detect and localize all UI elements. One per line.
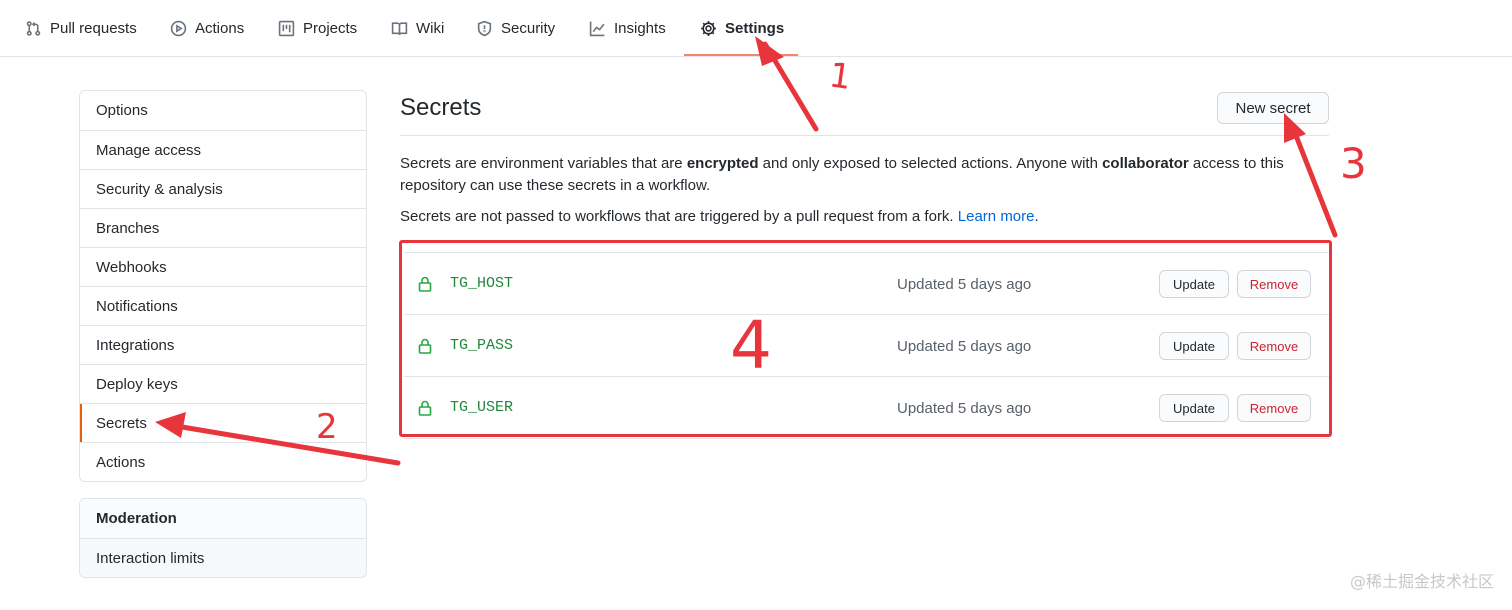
learn-more-link[interactable]: Learn more bbox=[958, 208, 1035, 225]
update-button[interactable]: Update bbox=[1159, 270, 1229, 298]
secrets-list: TG_HOST Updated 5 days ago Update Remove… bbox=[404, 252, 1329, 439]
graph-icon bbox=[588, 20, 606, 38]
sidebar-item-manage-access[interactable]: Manage access bbox=[80, 130, 366, 169]
sidebar-item-secrets[interactable]: Secrets bbox=[80, 403, 366, 442]
selected-tab-underline bbox=[684, 54, 798, 56]
remove-button[interactable]: Remove bbox=[1237, 270, 1311, 298]
pull-request-icon bbox=[24, 20, 42, 38]
tab-label: Projects bbox=[303, 20, 358, 37]
sidebar-item-options[interactable]: Options bbox=[80, 91, 366, 130]
page-title: Secrets bbox=[400, 94, 482, 121]
watermark: @稀土掘金技术社区 bbox=[1349, 572, 1494, 591]
tab-label: Actions bbox=[195, 20, 245, 37]
lock-icon bbox=[418, 276, 432, 292]
sidebar-item-security-analysis[interactable]: Security & analysis bbox=[80, 169, 366, 208]
title-divider bbox=[400, 135, 1329, 136]
secret-name: TG_PASS bbox=[450, 337, 514, 354]
secrets-description: Secrets are environment variables that a… bbox=[400, 153, 1300, 197]
fork-note-text: Secrets are not passed to workflows that… bbox=[400, 208, 954, 225]
secret-row: TG_PASS Updated 5 days ago Update Remove bbox=[404, 315, 1329, 377]
secret-updated: Updated 5 days ago bbox=[897, 276, 1032, 293]
secret-row: TG_USER Updated 5 days ago Update Remove bbox=[404, 377, 1329, 439]
desc-text: Secrets are environment variables that a… bbox=[400, 155, 687, 172]
repo-nav: Pull requests Actions Projects Wiki Secu… bbox=[0, 0, 1512, 57]
sidebar-item-webhooks[interactable]: Webhooks bbox=[80, 247, 366, 286]
fork-note: Secrets are not passed to workflows that… bbox=[400, 207, 1039, 227]
secret-name: TG_USER bbox=[450, 399, 514, 416]
secret-name: TG_HOST bbox=[450, 275, 514, 292]
remove-button[interactable]: Remove bbox=[1237, 394, 1311, 422]
tab-actions[interactable]: Actions bbox=[169, 0, 244, 57]
annotation-number-1: 1 bbox=[827, 55, 854, 98]
update-button[interactable]: Update bbox=[1159, 332, 1229, 360]
tab-settings[interactable]: Settings bbox=[699, 0, 784, 57]
project-icon bbox=[277, 20, 295, 38]
secret-updated: Updated 5 days ago bbox=[897, 338, 1032, 355]
sidebar-item-actions[interactable]: Actions bbox=[80, 442, 366, 481]
book-icon bbox=[390, 20, 408, 38]
secret-updated: Updated 5 days ago bbox=[897, 400, 1032, 417]
period: . bbox=[1034, 208, 1039, 225]
remove-button[interactable]: Remove bbox=[1237, 332, 1311, 360]
tab-wiki[interactable]: Wiki bbox=[390, 0, 444, 57]
tab-security[interactable]: Security bbox=[475, 0, 555, 57]
sidebar-item-integrations[interactable]: Integrations bbox=[80, 325, 366, 364]
tab-label: Insights bbox=[614, 20, 666, 37]
tab-projects[interactable]: Projects bbox=[277, 0, 357, 57]
lock-icon bbox=[418, 400, 432, 416]
tab-label: Settings bbox=[725, 20, 785, 37]
tab-label: Wiki bbox=[416, 20, 445, 37]
sidebar-item-interaction-limits[interactable]: Interaction limits bbox=[80, 538, 366, 577]
play-icon bbox=[169, 20, 187, 38]
gear-icon bbox=[699, 20, 717, 38]
new-secret-button[interactable]: New secret bbox=[1217, 92, 1329, 124]
secret-row: TG_HOST Updated 5 days ago Update Remove bbox=[404, 253, 1329, 315]
tab-label: Pull requests bbox=[50, 20, 137, 37]
tab-insights[interactable]: Insights bbox=[588, 0, 666, 57]
tab-pull-requests[interactable]: Pull requests bbox=[24, 0, 137, 57]
desc-text: and only exposed to selected actions. An… bbox=[758, 155, 1103, 172]
desc-bold-encrypted: encrypted bbox=[686, 155, 759, 172]
sidebar-item-deploy-keys[interactable]: Deploy keys bbox=[80, 364, 366, 403]
desc-bold-collaborator: collaborator bbox=[1102, 155, 1189, 172]
settings-sidebar: Options Manage access Security & analysi… bbox=[79, 90, 367, 482]
lock-icon bbox=[418, 338, 432, 354]
shield-icon bbox=[475, 20, 493, 38]
tab-label: Security bbox=[501, 20, 556, 37]
sidebar-item-notifications[interactable]: Notifications bbox=[80, 286, 366, 325]
sidebar-item-branches[interactable]: Branches bbox=[80, 208, 366, 247]
update-button[interactable]: Update bbox=[1159, 394, 1229, 422]
moderation-heading: Moderation bbox=[80, 499, 366, 538]
annotation-number-3: 3 bbox=[1340, 139, 1367, 188]
moderation-sidebar: Moderation Interaction limits bbox=[79, 498, 367, 578]
